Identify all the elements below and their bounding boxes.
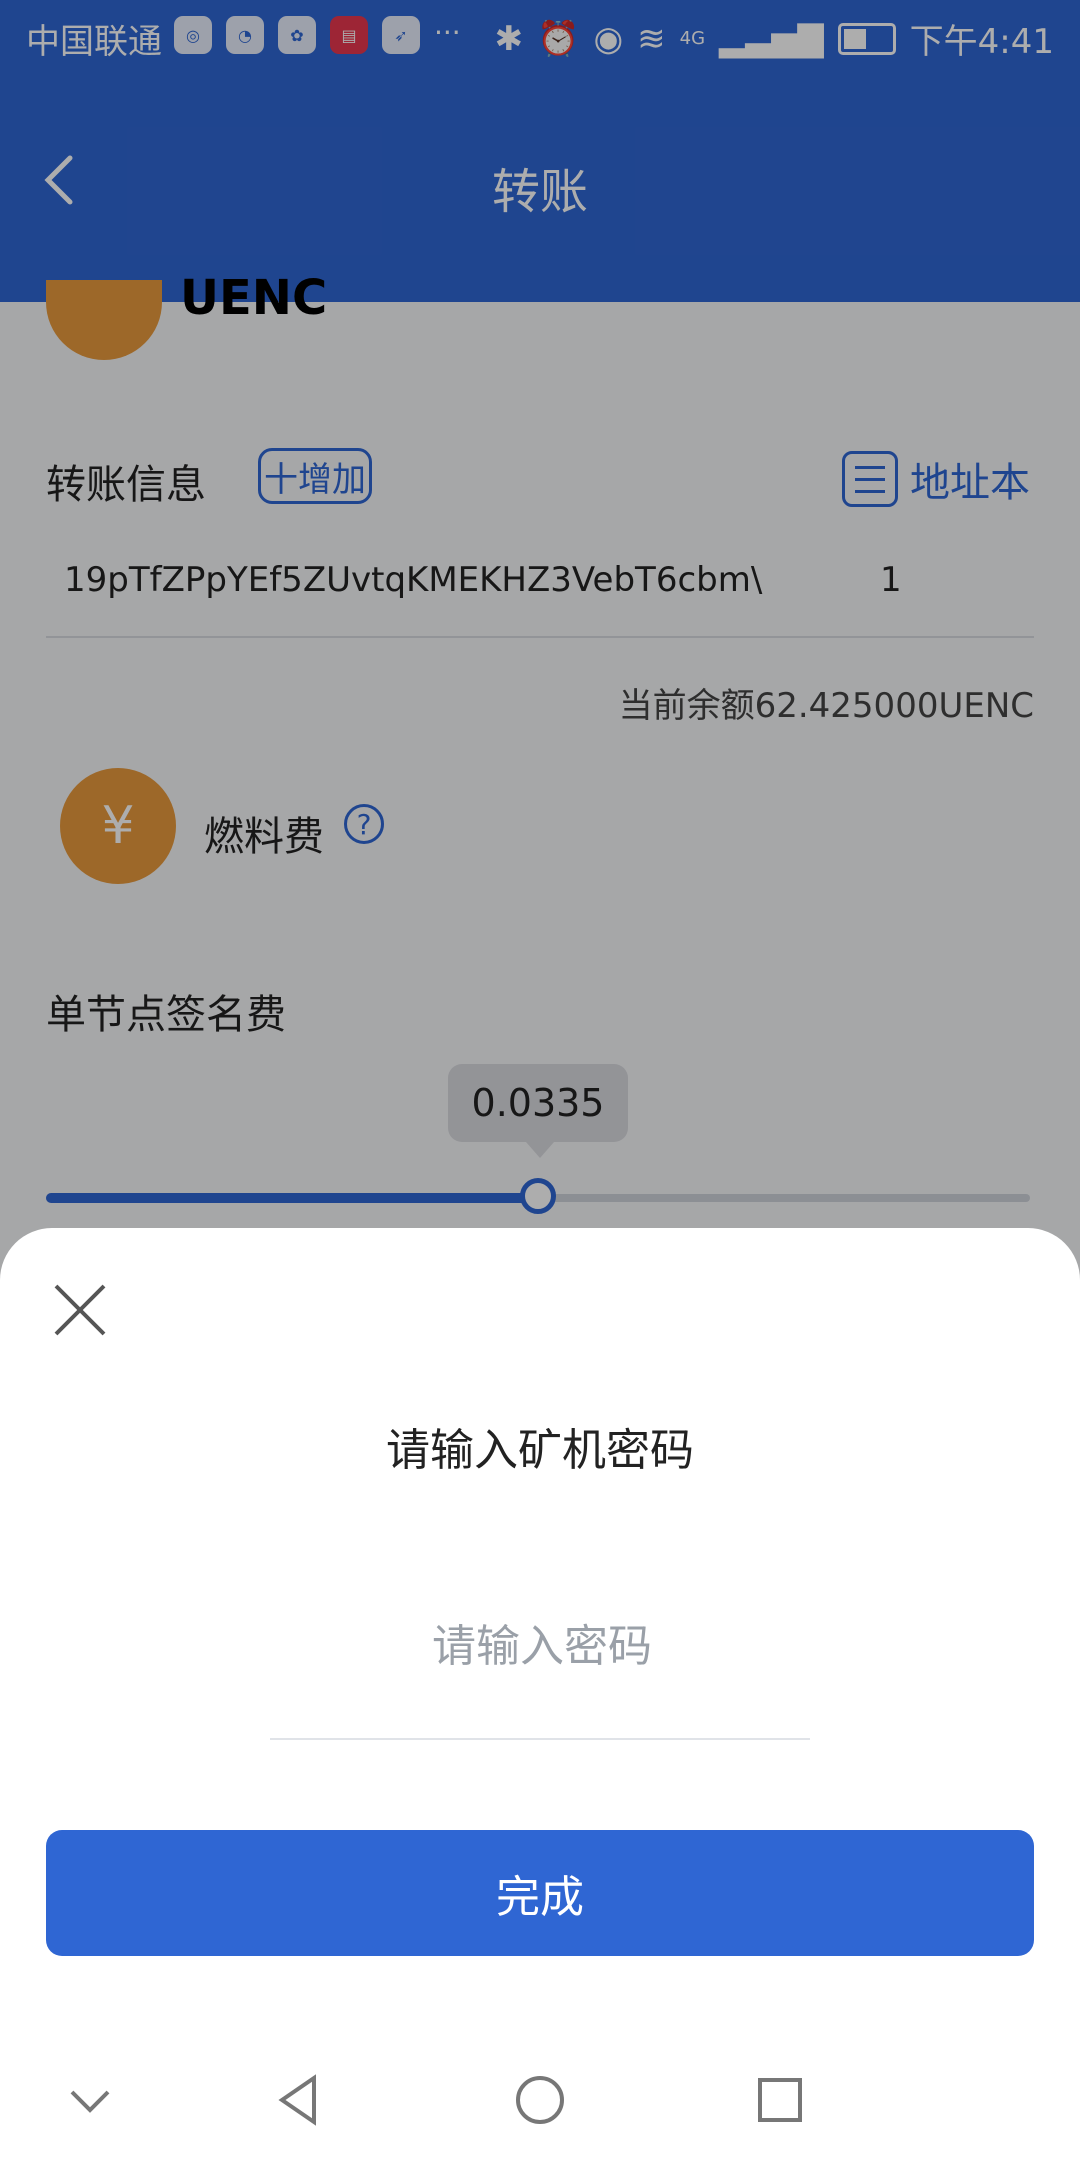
chevron-down-icon[interactable] (60, 2070, 120, 2130)
close-icon[interactable] (52, 1282, 108, 1338)
password-underline (270, 1738, 810, 1740)
recents-nav-icon[interactable] (750, 2070, 810, 2130)
password-input[interactable] (270, 1610, 814, 1682)
home-nav-icon[interactable] (510, 2070, 570, 2130)
done-button[interactable]: 完成 (46, 1830, 1034, 1956)
sheet-title: 请输入矿机密码 (386, 1425, 694, 1476)
back-nav-icon[interactable] (270, 2070, 330, 2130)
password-sheet (0, 1228, 1080, 2160)
